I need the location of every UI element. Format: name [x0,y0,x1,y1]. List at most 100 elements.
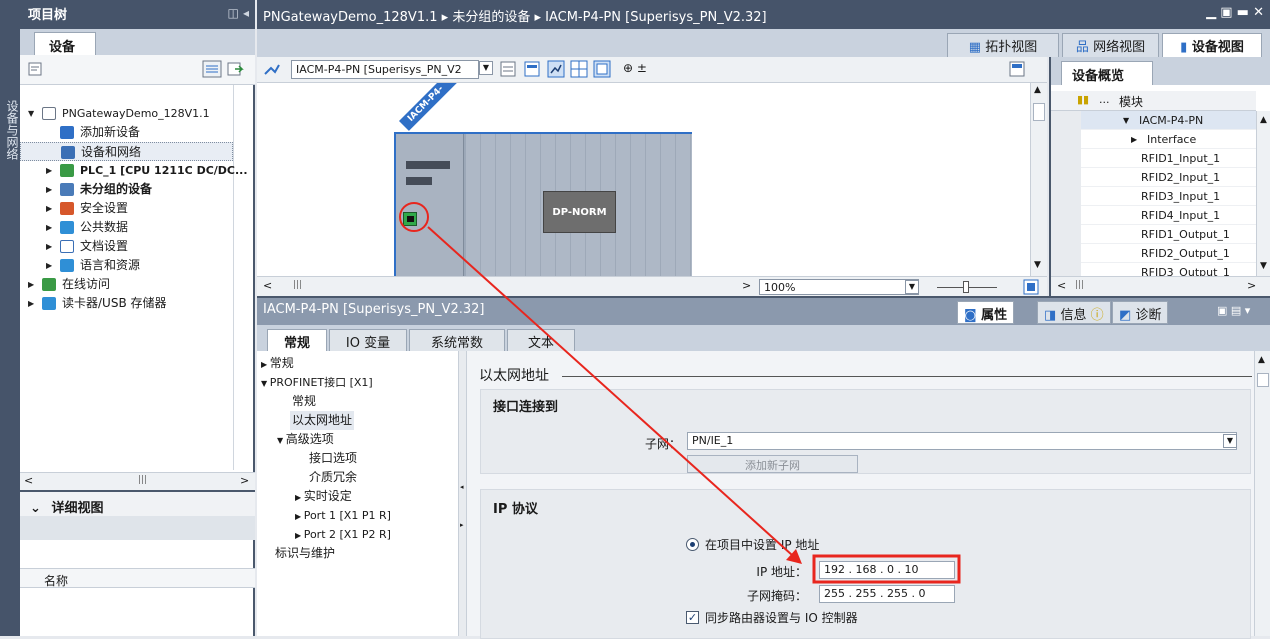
device-head-module[interactable] [396,134,464,276]
expand-right-icon[interactable]: ▶ [1131,130,1137,149]
add-new-subnet-button[interactable]: 添加新子网 [687,455,858,473]
tree-item-devices-networks[interactable]: 设备和网络 [20,142,233,161]
column-name[interactable]: 名称 [44,574,68,588]
expand-right-icon[interactable]: ▶ [28,294,34,313]
scroll-left-icon[interactable]: < [1057,279,1066,292]
tree-horizontal-scrollbar[interactable]: < ||| > [20,472,255,490]
chart-view-icon[interactable] [547,60,565,78]
zoom-slider-thumb[interactable] [963,281,969,293]
grid-icon[interactable] [500,61,516,77]
expand-down-icon[interactable]: ▼ [277,436,286,445]
nav-item-media-redundancy[interactable]: 介质冗余 [309,468,357,487]
scroll-up-icon[interactable]: ▲ [1258,355,1265,365]
tree-item-doc-settings[interactable]: ▶ 文档设置 [20,237,235,256]
pin-icon[interactable] [263,62,281,78]
scroll-thumb[interactable] [1257,373,1269,387]
tree-item-languages[interactable]: ▶ 语言和资源 [20,256,235,275]
expand-right-icon[interactable]: ▶ [261,360,270,369]
table-view-icon[interactable] [570,60,588,78]
tree-item-security[interactable]: ▶ 安全设置 [20,199,235,218]
tree-item-project[interactable]: ▼ PNGatewayDemo_128V1.1 [20,104,235,123]
tree-item-card-reader[interactable]: ▶ 读卡器/USB 存储器 [20,294,235,313]
device-select-dropdown-icon[interactable]: ▼ [479,61,493,75]
nav-item-port1[interactable]: ▶ Port 1 [X1 P1 R] [295,506,391,525]
device-name-label[interactable]: IACM-P4- [399,83,459,131]
tree-item-add-device[interactable]: 添加新设备 [20,123,235,142]
tree-tool-icon[interactable] [28,62,42,76]
subtab-system-constants[interactable]: 系统常数 [409,329,505,351]
navigation-splitter[interactable]: ◂ ▸ [459,351,467,636]
overview-row[interactable]: RFID1_Input_1 [1051,149,1256,168]
expand-right-icon[interactable]: ▸ [460,521,464,529]
column-module[interactable]: 模块 [1119,93,1143,110]
scroll-down-icon[interactable]: ▼ [1034,260,1041,270]
sync-router-label[interactable]: 同步路由器设置与 IO 控制器 [705,609,858,626]
module-dp-norm[interactable]: DP-NORM [543,191,616,233]
scroll-right-icon[interactable]: > [1247,279,1256,292]
subtab-texts[interactable]: 文本 [507,329,575,351]
overview-row[interactable]: ▶ Interface [1051,130,1256,149]
nav-item-ethernet-address[interactable]: 以太网地址 [290,411,355,430]
expand-right-icon[interactable]: ▶ [46,237,52,256]
overview-row[interactable]: RFID2_Input_1 [1051,168,1256,187]
set-ip-in-project-radio[interactable] [686,538,699,551]
device-rack[interactable]: DP-NORM [394,132,692,276]
canvas-vertical-scrollbar[interactable]: ▲ ▼ [1030,83,1047,276]
subnet-dropdown-icon[interactable]: ▼ [1223,434,1237,448]
panel-controls-icon[interactable]: ▣ ▤ ▾ [1217,304,1250,317]
expand-right-icon[interactable]: ▶ [46,199,52,218]
nav-item-profinet[interactable]: ▼ PROFINET接口 [X1] [261,373,373,392]
scroll-left-icon[interactable]: < [263,279,272,292]
expand-right-icon[interactable]: ▶ [46,161,52,180]
tree-item-common-data[interactable]: ▶ 公共数据 [20,218,235,237]
nav-item-realtime[interactable]: ▶ 实时设定 [295,487,352,506]
sidebar-vertical-label[interactable]: 设备与网络 [2,100,19,160]
overview-row[interactable]: RFID4_Input_1 [1051,206,1256,225]
zoom-dropdown-icon[interactable]: ▼ [905,280,919,294]
scroll-thumb-icon[interactable]: ||| [293,280,302,290]
expand-right-icon[interactable]: ▶ [28,275,34,294]
overview-toggle-icon[interactable] [1009,61,1025,77]
scroll-left-icon[interactable]: < [24,474,33,487]
tab-device-view[interactable]: ▮ 设备视图 [1162,33,1262,57]
subtab-general[interactable]: 常规 [267,329,327,351]
fit-view-icon[interactable] [1023,279,1039,295]
scroll-right-icon[interactable]: > [240,474,249,487]
expand-right-icon[interactable]: ▶ [295,493,304,502]
scroll-thumb[interactable] [1033,103,1045,121]
collapse-left-icon[interactable]: ◂ [460,483,464,491]
scroll-up-icon[interactable]: ▲ [1260,115,1267,125]
device-view-canvas[interactable]: DP-NORM IACM-P4- [257,83,1030,276]
expand-down-icon[interactable]: ▼ [261,379,270,388]
tree-item-plc[interactable]: ▶ PLC_1 [CPU 1211C DC/DC... [20,161,248,180]
scroll-right-icon[interactable]: > [742,279,751,292]
nav-item-interface-options[interactable]: 接口选项 [309,449,357,468]
nav-item-profinet-general[interactable]: 常规 [292,392,316,411]
nav-item-advanced[interactable]: ▼ 高级选项 [277,430,334,449]
tree-item-ungrouped[interactable]: ▶ 未分组的设备 [20,180,235,199]
expand-right-icon[interactable]: ▶ [46,218,52,237]
expand-down-icon[interactable]: ▼ [1123,111,1129,130]
window-controls-icon[interactable]: ▁ ▣ ▬ ✕ [1206,5,1264,20]
tab-info[interactable]: ◨ 信息 ⓘ [1037,301,1111,324]
nav-item-general[interactable]: ▶ 常规 [261,354,294,373]
subtab-io-tags[interactable]: IO 变量 [329,329,407,351]
expand-right-icon[interactable]: ▶ [295,531,304,540]
name-display-icon[interactable] [524,61,540,77]
chevron-down-icon[interactable]: ⌄ [30,501,41,516]
ip-address-input[interactable]: 192 . 168 . 0 . 10 [819,561,955,579]
tab-properties[interactable]: ◙ 属性 [957,301,1015,324]
list-view-icon[interactable] [202,60,222,78]
tab-device-overview[interactable]: 设备概览 [1061,61,1153,85]
overview-row[interactable]: RFID3_Input_1 [1051,187,1256,206]
nav-item-identification[interactable]: 标识与维护 [275,544,335,563]
overview-row[interactable]: ▼ IACM-P4-PN [1051,111,1256,130]
scroll-thumb-icon[interactable]: ||| [1075,280,1084,290]
sync-router-checkbox[interactable]: ✓ [686,611,699,624]
more-columns-icon[interactable]: ... [1099,93,1110,106]
tab-network-view[interactable]: 品 网络视图 [1062,33,1159,57]
transfer-icon[interactable] [226,60,244,78]
zoom-select[interactable]: 100% [759,279,919,295]
tree-item-online-access[interactable]: ▶ 在线访问 [20,275,235,294]
scroll-down-icon[interactable]: ▼ [1260,261,1267,271]
